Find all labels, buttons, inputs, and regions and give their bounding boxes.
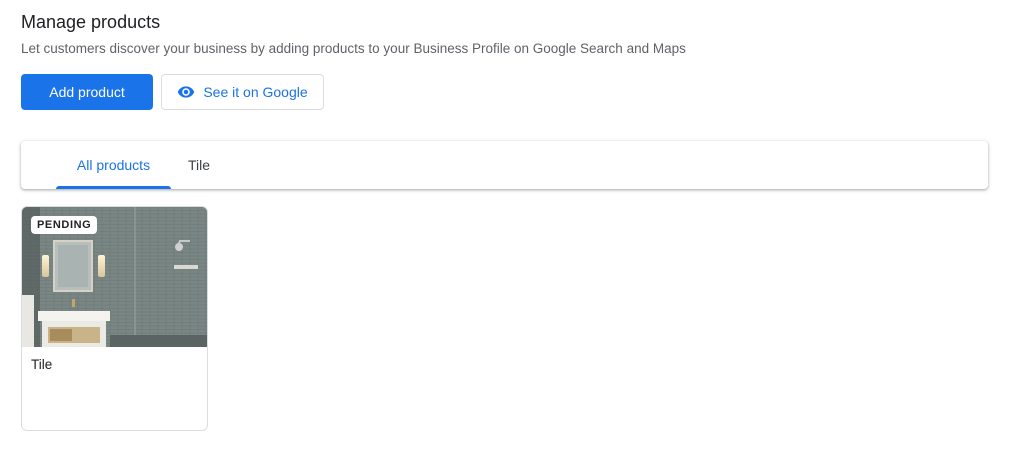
page-subtitle: Let customers discover your business by …: [21, 41, 686, 56]
product-name: Tile: [31, 357, 53, 372]
tab-all-products[interactable]: All products: [56, 141, 171, 189]
tab-tile[interactable]: Tile: [177, 141, 221, 189]
tab-label: All products: [76, 157, 151, 173]
status-badge: PENDING: [31, 216, 98, 234]
active-tab-indicator: [56, 186, 171, 189]
see-it-on-google-label: See it on Google: [203, 84, 308, 100]
add-product-button[interactable]: Add product: [21, 74, 153, 110]
product-tabs: All products Tile: [21, 141, 988, 189]
product-card[interactable]: PENDING Tile: [21, 206, 208, 431]
tab-label: Tile: [187, 157, 211, 173]
page-title: Manage products: [21, 12, 161, 32]
see-it-on-google-button[interactable]: See it on Google: [161, 74, 324, 110]
eye-icon: [178, 86, 195, 98]
